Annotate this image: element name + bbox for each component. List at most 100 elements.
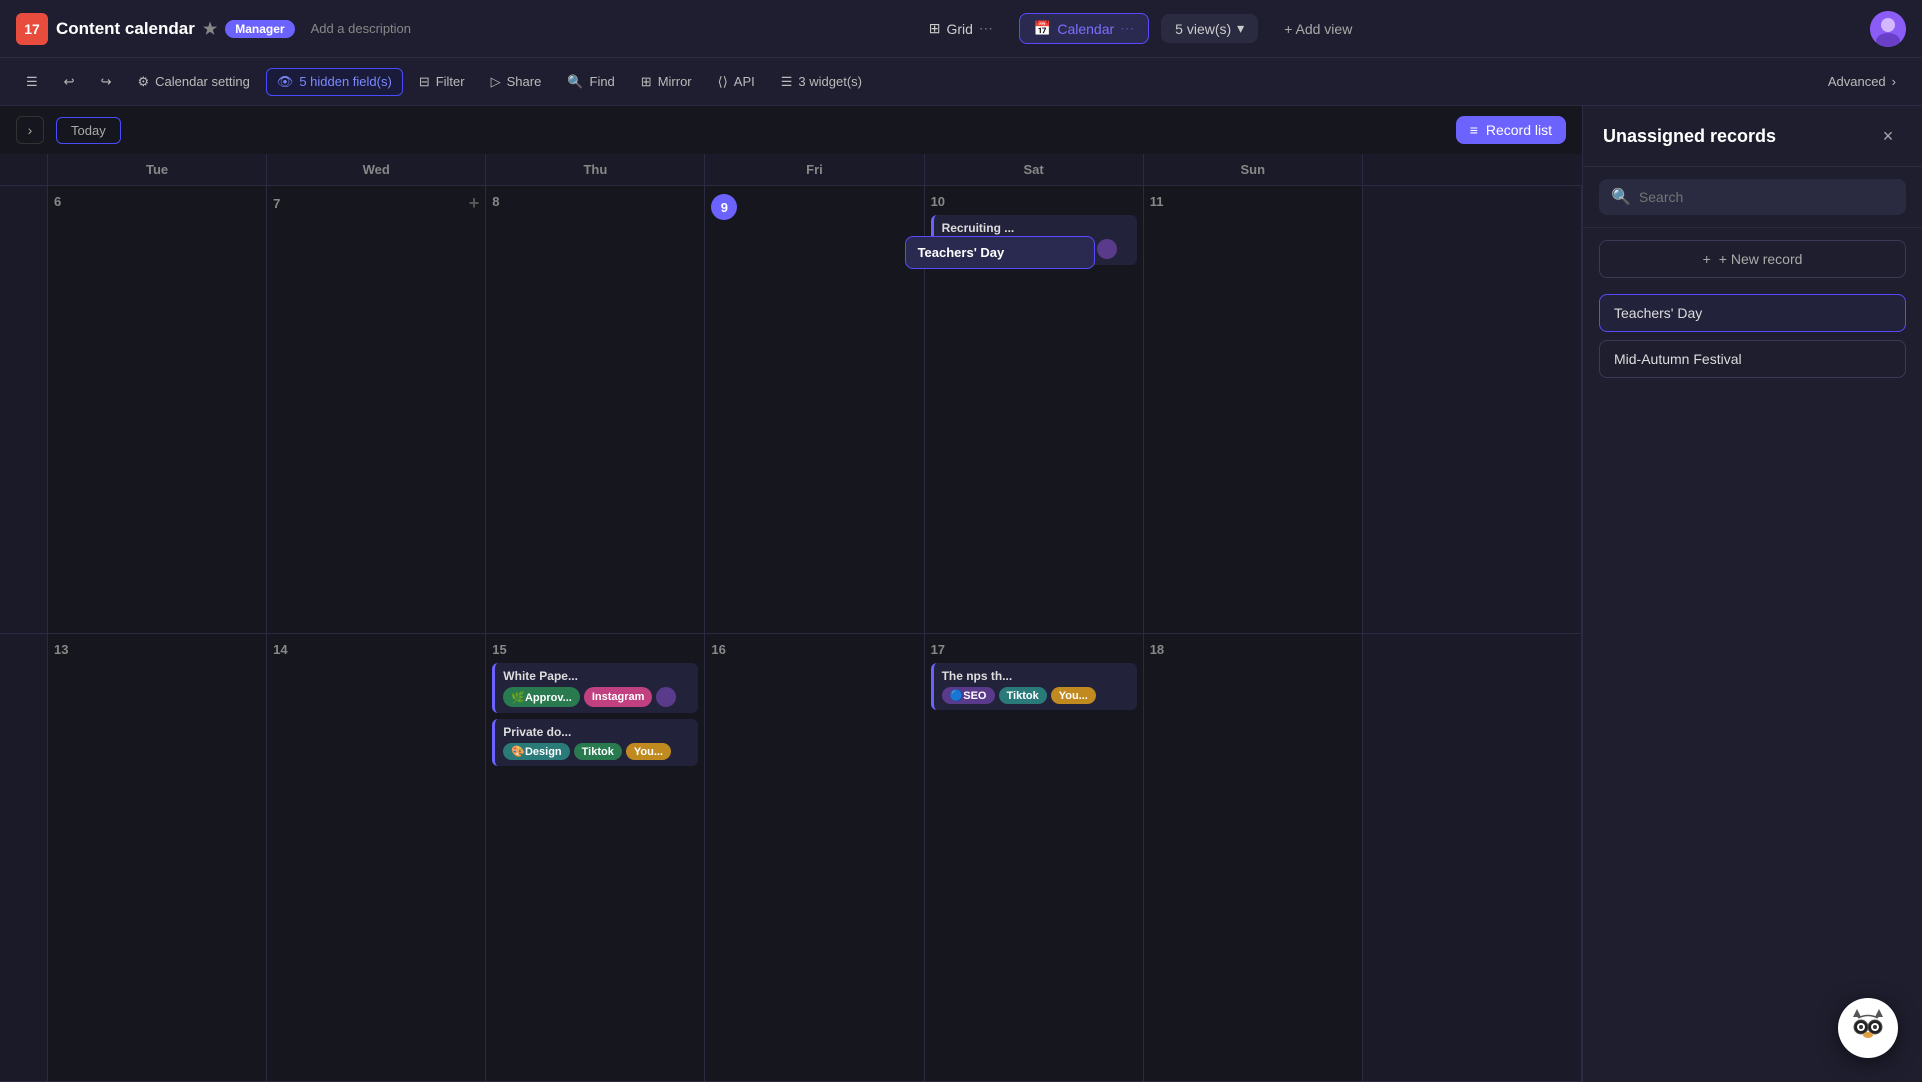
undo-icon: ↩ bbox=[64, 74, 75, 90]
cal-day-tue-6[interactable]: 6 bbox=[48, 186, 267, 634]
chevron-down-icon: ▾ bbox=[1237, 20, 1244, 37]
redo-button[interactable]: ↪ bbox=[91, 69, 122, 95]
cal-day-sun-11[interactable]: 11 bbox=[1144, 186, 1363, 634]
find-icon: 🔍 bbox=[567, 74, 583, 90]
teachers-day-floating-card[interactable]: Teachers' Day bbox=[905, 236, 1095, 269]
undo-button[interactable]: ↩ bbox=[54, 69, 85, 95]
calendar-view-button[interactable]: 📅 Calendar ⋯ bbox=[1019, 13, 1149, 44]
design-tag: 🎨Design bbox=[503, 743, 569, 760]
close-panel-button[interactable]: × bbox=[1874, 122, 1902, 150]
sidebar-icon: ☰ bbox=[26, 74, 38, 90]
api-button[interactable]: ⟨⟩ API bbox=[708, 69, 765, 95]
sidebar-toggle-button[interactable]: ☰ bbox=[16, 69, 48, 95]
extra-tag-1 bbox=[1097, 239, 1117, 259]
calendar-icon: 📅 bbox=[1034, 20, 1051, 37]
search-icon: 🔍 bbox=[1611, 187, 1631, 207]
add-view-button[interactable]: + Add view bbox=[1270, 15, 1366, 43]
cal-day-thu-8[interactable]: 8 bbox=[486, 186, 705, 634]
app-icon: 17 bbox=[16, 13, 48, 45]
views-count-button[interactable]: 5 view(s) ▾ bbox=[1161, 14, 1258, 43]
record-item-mid-autumn[interactable]: Mid-Autumn Festival bbox=[1599, 340, 1906, 378]
nps-event-card[interactable]: The nps th... 🔵SEO Tiktok You... bbox=[931, 663, 1137, 710]
white-paper-event-card[interactable]: White Pape... 🌿Approv... Instagram bbox=[492, 663, 698, 713]
topbar: 17 Content calendar ★ Manager Add a desc… bbox=[0, 0, 1922, 58]
cal-day-tue-13[interactable]: 13 bbox=[48, 634, 267, 1082]
cal-day-sun-18[interactable]: 18 bbox=[1144, 634, 1363, 1082]
cal-day-mon-extra-2[interactable] bbox=[1363, 634, 1582, 1082]
search-input-wrap: 🔍 bbox=[1599, 179, 1906, 215]
calendar-container: › Today ≡ Record list Tue Wed Thu Fri Sa… bbox=[0, 106, 1922, 1082]
api-icon: ⟨⟩ bbox=[718, 74, 728, 90]
share-button[interactable]: ▷ Share bbox=[481, 69, 552, 95]
right-panel: Unassigned records × 🔍 + + New record Te… bbox=[1582, 106, 1922, 1082]
hidden-fields-button[interactable]: 👁 5 hidden field(s) bbox=[266, 68, 403, 96]
day-header-sun: Sun bbox=[1144, 154, 1363, 185]
record-item-teachers-day[interactable]: Teachers' Day bbox=[1599, 294, 1906, 332]
eye-icon: 👁 bbox=[277, 74, 294, 90]
mirror-button[interactable]: ⊞ Mirror bbox=[631, 69, 702, 95]
new-record-button[interactable]: + + New record bbox=[1599, 240, 1906, 278]
app-title: Content calendar bbox=[56, 19, 195, 39]
expand-left-button[interactable]: › bbox=[16, 116, 44, 144]
calendar-nav: › Today ≡ Record list bbox=[0, 106, 1582, 154]
youtube-tag: You... bbox=[626, 743, 671, 760]
search-input[interactable] bbox=[1639, 189, 1894, 205]
find-button[interactable]: 🔍 Find bbox=[557, 69, 624, 95]
cal-day-mon-extra[interactable] bbox=[1363, 186, 1582, 634]
app-description[interactable]: Add a description bbox=[311, 21, 411, 36]
widget-button[interactable]: ☰ 3 widget(s) bbox=[771, 69, 872, 95]
grid-more-icon[interactable]: ⋯ bbox=[979, 20, 993, 37]
extra-tag-2 bbox=[656, 687, 676, 707]
tiktok-tag: Tiktok bbox=[574, 743, 622, 760]
approve-tag: 🌿Approv... bbox=[503, 687, 580, 707]
day-header-mon bbox=[1363, 154, 1582, 185]
day-header-fri: Fri bbox=[705, 154, 924, 185]
add-event-wed-button[interactable]: + bbox=[469, 194, 480, 212]
toolbar: ☰ ↩ ↪ ⚙ Calendar setting 👁 5 hidden fiel… bbox=[0, 58, 1922, 106]
day-header-wed: Wed bbox=[267, 154, 486, 185]
widget-icon: ☰ bbox=[781, 74, 793, 90]
calendar-more-icon[interactable]: ⋯ bbox=[1120, 20, 1134, 37]
panel-search-area: 🔍 bbox=[1583, 167, 1922, 228]
redo-icon: ↪ bbox=[101, 74, 112, 90]
panel-title: Unassigned records bbox=[1603, 126, 1776, 147]
grid-icon: ⊞ bbox=[929, 20, 941, 37]
avatar[interactable] bbox=[1870, 11, 1906, 47]
day-header-tue: Tue bbox=[48, 154, 267, 185]
cal-day-sat-17[interactable]: 17 The nps th... 🔵SEO Tiktok You... bbox=[925, 634, 1144, 1082]
close-icon: × bbox=[1883, 126, 1894, 147]
day-header-thu: Thu bbox=[486, 154, 705, 185]
panel-header: Unassigned records × bbox=[1583, 106, 1922, 167]
private-doc-event-card[interactable]: Private do... 🎨Design Tiktok You... bbox=[492, 719, 698, 766]
calendar-grid: 6 7 + 8 9 bbox=[0, 186, 1582, 1082]
app-title-group: 17 Content calendar ★ Manager bbox=[16, 13, 295, 45]
star-icon[interactable]: ★ bbox=[203, 19, 217, 39]
advanced-button[interactable]: Advanced › bbox=[1818, 69, 1906, 94]
tiktok-tag-2: Tiktok bbox=[999, 687, 1047, 704]
cal-day-fri-9[interactable]: 9 bbox=[705, 186, 924, 634]
cal-day-sat-10[interactable]: 10 Recruiting ... 🚀Publish... Instagram … bbox=[925, 186, 1144, 634]
week-label-1 bbox=[0, 186, 48, 634]
chevron-right-icon: › bbox=[1892, 74, 1896, 89]
mirror-icon: ⊞ bbox=[641, 74, 652, 90]
calendar-setting-button[interactable]: ⚙ Calendar setting bbox=[127, 69, 259, 95]
cal-day-wed-7[interactable]: 7 + bbox=[267, 186, 486, 634]
calendar-main: › Today ≡ Record list Tue Wed Thu Fri Sa… bbox=[0, 106, 1582, 1082]
seo-tag: 🔵SEO bbox=[942, 687, 995, 704]
week-label-2 bbox=[0, 634, 48, 1082]
filter-icon: ⊟ bbox=[419, 74, 430, 90]
settings-icon: ⚙ bbox=[137, 74, 149, 90]
cal-day-thu-15[interactable]: 15 White Pape... 🌿Approv... Instagram Pr… bbox=[486, 634, 705, 1082]
today-button[interactable]: Today bbox=[56, 117, 121, 144]
filter-button[interactable]: ⊟ Filter bbox=[409, 69, 475, 95]
share-icon: ▷ bbox=[491, 74, 501, 90]
list-icon: ≡ bbox=[1470, 122, 1478, 138]
day-header-sat: Sat bbox=[925, 154, 1144, 185]
cal-day-fri-16[interactable]: 16 bbox=[705, 634, 924, 1082]
manager-badge: Manager bbox=[225, 20, 294, 38]
cal-day-wed-14[interactable]: 14 bbox=[267, 634, 486, 1082]
instagram-tag-2: Instagram bbox=[584, 687, 653, 707]
record-list-button[interactable]: ≡ Record list bbox=[1456, 116, 1566, 144]
bot-avatar[interactable] bbox=[1838, 998, 1898, 1058]
grid-view-button[interactable]: ⊞ Grid ⋯ bbox=[915, 14, 1007, 43]
